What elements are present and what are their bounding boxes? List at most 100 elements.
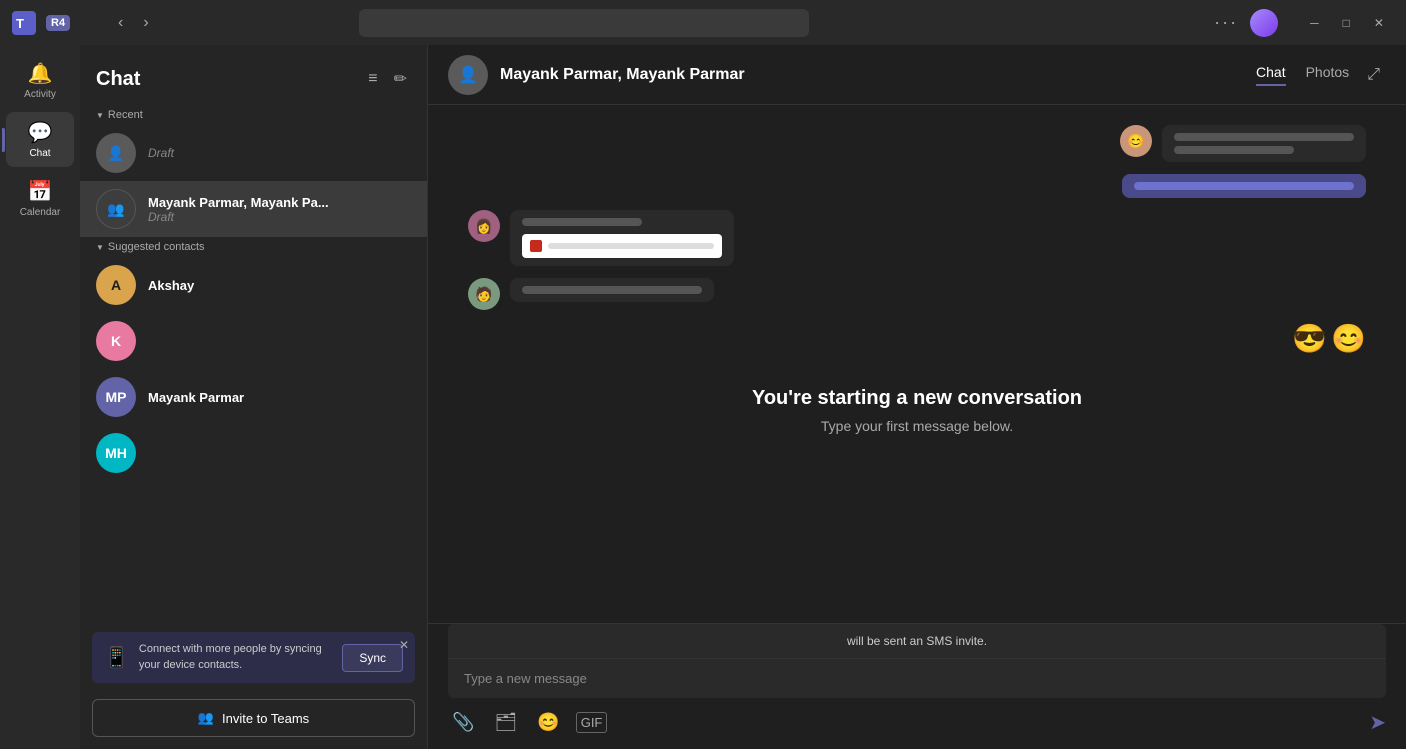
msg-line	[1174, 146, 1294, 154]
chat-item-mayank[interactable]: 👥 Mayank Parmar, Mayank Pa... Draft	[80, 181, 427, 237]
conversation-start: You're starting a new conversation Type …	[468, 387, 1366, 434]
chat-item-mh[interactable]: MH	[80, 425, 427, 481]
chat-header: 👤 Mayank Parmar, Mayank Parmar Chat Phot…	[428, 45, 1406, 105]
user-badge: R4	[46, 15, 70, 31]
message-bubble-4	[510, 278, 714, 302]
attach-icon[interactable]: 📎	[448, 708, 478, 737]
sidebar-item-activity[interactable]: 🔔 Activity	[6, 53, 74, 108]
chat-item-mayank-parmar[interactable]: MP Mayank Parmar	[80, 369, 427, 425]
message-row-5: 😎 😊	[468, 322, 1366, 355]
sidebar-item-activity-label: Activity	[24, 89, 56, 100]
message-row-3: 👩	[468, 210, 1366, 266]
message-row-2	[468, 174, 1366, 198]
more-options-icon[interactable]: ···	[1214, 12, 1238, 33]
invite-to-teams-button[interactable]: 👥 Invite to Teams	[92, 699, 415, 737]
attachment-icon	[530, 240, 542, 252]
chat-name-mayank: Mayank Parmar, Mayank Pa...	[148, 195, 411, 210]
emoji-smile: 😊	[1331, 322, 1366, 355]
attachment-preview	[522, 234, 722, 258]
filter-icon[interactable]: ≡	[364, 66, 381, 92]
active-indicator	[2, 128, 5, 152]
paperclip-icon[interactable]: 🗂	[490, 708, 521, 737]
icon-sidebar: 🔔 Activity 💬 Chat 📅 Calendar	[0, 45, 80, 749]
chat-name-akshay: Akshay	[148, 278, 411, 293]
main-layout: 🔔 Activity 💬 Chat 📅 Calendar Chat ≡ ✏ Re…	[0, 45, 1406, 749]
msg-line	[522, 218, 642, 226]
chat-avatar-mayank: 👥	[96, 189, 136, 229]
input-toolbar: 📎 🗂 😊 GIF ➤	[448, 698, 1386, 737]
titlebar-nav: ‹ ›	[110, 10, 157, 36]
chat-info-draft: Draft	[148, 146, 411, 160]
messages-area[interactable]: 😊 👩	[428, 105, 1406, 623]
tab-photos[interactable]: Photos	[1306, 64, 1350, 86]
message-bubble-1	[1162, 125, 1366, 162]
titlebar-left: T R4	[10, 9, 90, 37]
window-controls: ─ □ ✕	[1298, 5, 1396, 41]
chat-avatar-draft: 👤	[96, 133, 136, 173]
user-avatar[interactable]	[1250, 9, 1278, 37]
message-avatar-4: 🧑	[468, 278, 500, 310]
msg-line	[522, 286, 702, 294]
chat-info-akshay: Akshay	[148, 278, 411, 293]
minimize-button[interactable]: ─	[1298, 5, 1331, 41]
sidebar-item-calendar[interactable]: 📅 Calendar	[6, 171, 74, 226]
message-lines-4	[522, 286, 702, 294]
sync-text: Connect with more people by syncing your…	[139, 642, 332, 673]
tab-chat[interactable]: Chat	[1256, 64, 1286, 86]
gif-icon[interactable]: GIF	[576, 712, 608, 733]
chat-info-mp: Mayank Parmar	[148, 390, 411, 405]
chat-list-scroll[interactable]: Recent 👤 Draft 👥 Mayank Parmar, Mayank P…	[80, 105, 427, 624]
activity-icon: 🔔	[28, 61, 53, 86]
msg-line	[1174, 133, 1354, 141]
sync-button[interactable]: Sync	[342, 644, 403, 672]
convo-start-subtitle: Type your first message below.	[468, 418, 1366, 434]
chat-main: 👤 Mayank Parmar, Mayank Parmar Chat Phot…	[428, 45, 1406, 749]
new-chat-icon[interactable]: ✏	[390, 65, 411, 93]
chat-info-mayank: Mayank Parmar, Mayank Pa... Draft	[148, 195, 411, 224]
sidebar-item-chat-label: Chat	[29, 148, 50, 159]
recent-section-label: Recent	[80, 105, 427, 125]
chat-header-actions: ≡ ✏	[364, 65, 411, 93]
chat-name-draft: Draft	[148, 146, 411, 160]
message-row-1: 😊	[468, 125, 1366, 162]
calendar-icon: 📅	[28, 179, 53, 204]
svg-text:T: T	[16, 16, 24, 31]
chat-item-draft[interactable]: 👤 Draft	[80, 125, 427, 181]
attachment-filename	[548, 243, 714, 249]
suggested-section-label: Suggested contacts	[80, 237, 427, 257]
message-lines-2	[1134, 182, 1354, 190]
sync-banner: 📱 Connect with more people by syncing yo…	[92, 632, 415, 683]
chat-sub-mayank: Draft	[148, 210, 411, 224]
emoji-cool: 😎	[1292, 322, 1327, 355]
message-bubble-3	[510, 210, 734, 266]
message-bubble-2	[1122, 174, 1366, 198]
message-lines-3	[522, 218, 722, 226]
msg-line	[1134, 182, 1354, 190]
message-lines-1	[1174, 133, 1354, 154]
expand-chat-button[interactable]: ⤢	[1361, 60, 1386, 90]
message-avatar-1: 😊	[1120, 125, 1152, 157]
phone-icon: 📱	[104, 645, 129, 670]
sidebar-item-calendar-label: Calendar	[20, 207, 61, 218]
invite-icon: 👥	[198, 710, 214, 726]
emoji-picker-icon[interactable]: 😊	[533, 708, 563, 737]
chat-header-avatar: 👤	[448, 55, 488, 95]
chat-item-k[interactable]: K	[80, 313, 427, 369]
sync-close-button[interactable]: ✕	[399, 638, 409, 652]
close-button[interactable]: ✕	[1362, 5, 1396, 41]
titlebar: T R4 ‹ › ··· ─ □ ✕	[0, 0, 1406, 45]
chat-name-mp: Mayank Parmar	[148, 390, 411, 405]
message-avatar-3: 👩	[468, 210, 500, 242]
maximize-button[interactable]: □	[1331, 5, 1362, 41]
message-input-placeholder[interactable]: Type a new message	[448, 658, 1386, 698]
nav-back-button[interactable]: ‹	[110, 10, 131, 36]
titlebar-search[interactable]	[359, 9, 809, 37]
message-row-4: 🧑	[468, 278, 1366, 310]
chat-item-akshay[interactable]: A Akshay	[80, 257, 427, 313]
sidebar-item-chat[interactable]: 💬 Chat	[6, 112, 74, 167]
chat-tabs: Chat Photos	[1256, 64, 1349, 86]
invite-label: Invite to Teams	[222, 711, 309, 726]
send-button[interactable]: ➤	[1369, 710, 1386, 735]
nav-forward-button[interactable]: ›	[135, 10, 156, 36]
chat-list-panel: Chat ≡ ✏ Recent 👤 Draft 👥 Mayank Parmar,…	[80, 45, 428, 749]
